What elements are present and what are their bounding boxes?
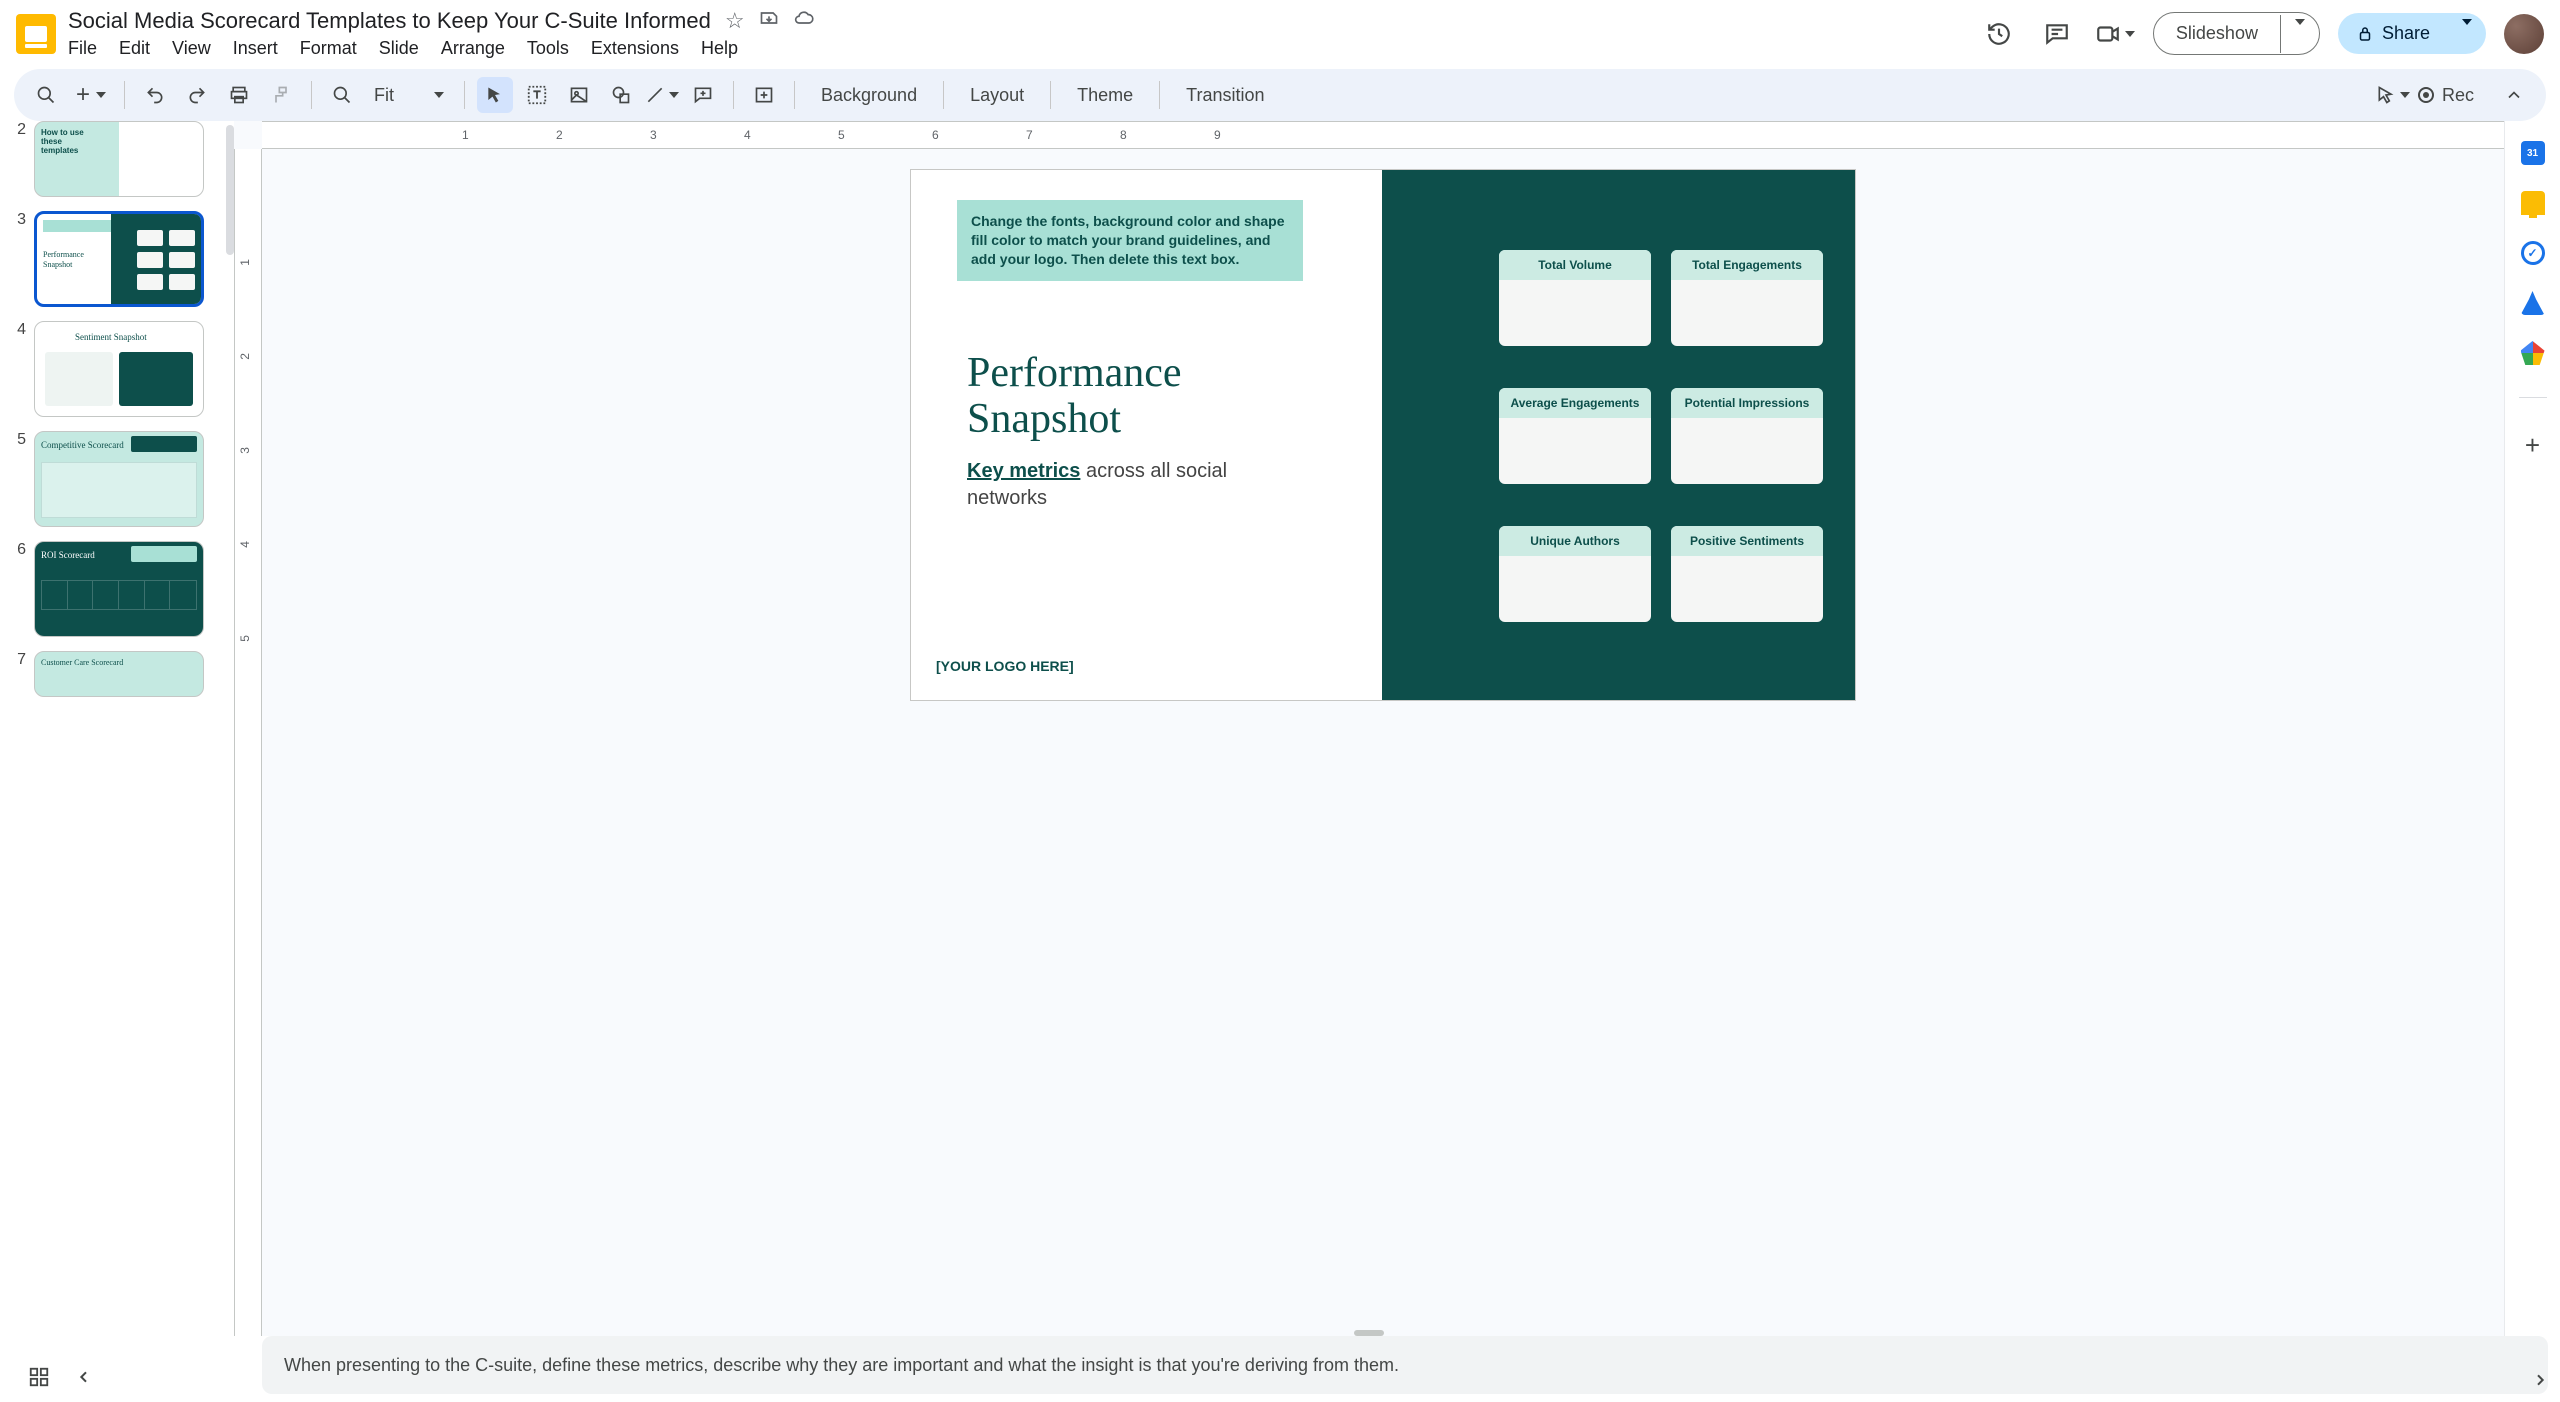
slide-thumb-2[interactable]: How to use these templates xyxy=(34,121,204,197)
explore-icon[interactable] xyxy=(2532,1372,2548,1388)
maps-icon[interactable] xyxy=(2521,341,2545,365)
shape-tool[interactable] xyxy=(603,77,639,113)
horizontal-ruler[interactable]: 1 2 3 4 5 6 7 8 9 xyxy=(262,121,2504,149)
side-panel: + xyxy=(2504,121,2560,1336)
slides-logo[interactable] xyxy=(16,14,56,54)
bottom-controls xyxy=(28,1366,92,1388)
line-tool[interactable] xyxy=(645,77,679,113)
card-potential-impressions[interactable]: Potential Impressions xyxy=(1671,388,1823,484)
metric-cards: Total Volume Total Engagements Average E… xyxy=(1499,250,1823,622)
collapse-filmstrip-icon[interactable] xyxy=(76,1369,92,1385)
toolbar: + Fit Background Layout Theme Transition… xyxy=(14,69,2546,121)
comments-icon[interactable] xyxy=(2037,14,2077,54)
menu-view[interactable]: View xyxy=(172,38,211,59)
notes-resize-handle[interactable] xyxy=(1354,1330,1384,1336)
menu-help[interactable]: Help xyxy=(701,38,738,59)
history-icon[interactable] xyxy=(1979,14,2019,54)
card-average-engagements[interactable]: Average Engagements xyxy=(1499,388,1651,484)
share-dropdown[interactable] xyxy=(2448,15,2486,53)
record-icon[interactable] xyxy=(2418,87,2434,103)
meet-icon[interactable] xyxy=(2095,14,2135,54)
card-positive-sentiments[interactable]: Positive Sentiments xyxy=(1671,526,1823,622)
logo-placeholder[interactable]: [YOUR LOGO HERE] xyxy=(936,658,1074,674)
filmstrip[interactable]: 2 How to use these templates 3 Performan… xyxy=(0,121,234,1336)
menu-format[interactable]: Format xyxy=(300,38,357,59)
menubar: File Edit View Insert Format Slide Arran… xyxy=(68,38,1967,59)
menu-extensions[interactable]: Extensions xyxy=(591,38,679,59)
chevron-down-icon xyxy=(2125,31,2135,37)
menu-insert[interactable]: Insert xyxy=(233,38,278,59)
menu-file[interactable]: File xyxy=(68,38,97,59)
slide-number: 4 xyxy=(12,321,26,339)
slide-number: 6 xyxy=(12,541,26,559)
header-right: Slideshow Share xyxy=(1979,12,2544,55)
callout-textbox[interactable]: Change the fonts, background color and s… xyxy=(957,200,1303,281)
collapse-toolbar-button[interactable] xyxy=(2496,77,2532,113)
slide-thumb-7[interactable]: Customer Care Scorecard xyxy=(34,651,204,697)
slideshow-button[interactable]: Slideshow xyxy=(2153,12,2320,55)
move-icon[interactable] xyxy=(759,8,779,34)
slide-number: 7 xyxy=(12,651,26,669)
pointer-icon[interactable] xyxy=(2376,77,2410,113)
speaker-notes[interactable]: When presenting to the C-suite, define t… xyxy=(262,1336,2548,1394)
slide-canvas[interactable]: Change the fonts, background color and s… xyxy=(910,169,1856,701)
zoom-select[interactable]: Fit xyxy=(366,85,452,106)
paint-format-button[interactable] xyxy=(263,77,299,113)
canvas: 1 2 3 4 5 6 7 8 9 1 2 3 4 5 Change the f… xyxy=(234,121,2504,1336)
tasks-icon[interactable] xyxy=(2521,241,2545,265)
scrollbar[interactable] xyxy=(226,125,234,255)
transition-button[interactable]: Transition xyxy=(1172,85,1278,106)
zoom-out-button[interactable] xyxy=(324,77,360,113)
vertical-ruler[interactable]: 1 2 3 4 5 xyxy=(234,149,262,1336)
document-title[interactable]: Social Media Scorecard Templates to Keep… xyxy=(68,8,711,34)
image-tool[interactable] xyxy=(561,77,597,113)
star-icon[interactable]: ☆ xyxy=(725,8,745,34)
menu-arrange[interactable]: Arrange xyxy=(441,38,505,59)
undo-button[interactable] xyxy=(137,77,173,113)
print-button[interactable] xyxy=(221,77,257,113)
keep-icon[interactable] xyxy=(2521,191,2545,215)
comment-button[interactable] xyxy=(685,77,721,113)
share-button[interactable]: Share xyxy=(2338,13,2486,54)
slide-number: 5 xyxy=(12,431,26,449)
grid-view-icon[interactable] xyxy=(28,1366,50,1388)
layout-button[interactable]: Layout xyxy=(956,85,1038,106)
new-slide-button[interactable]: + xyxy=(70,77,112,113)
menu-slide[interactable]: Slide xyxy=(379,38,419,59)
calendar-icon[interactable] xyxy=(2521,141,2545,165)
menu-edit[interactable]: Edit xyxy=(119,38,150,59)
select-tool[interactable] xyxy=(477,77,513,113)
slide-thumb-4[interactable]: Sentiment Snapshot xyxy=(34,321,204,417)
card-total-volume[interactable]: Total Volume xyxy=(1499,250,1651,346)
redo-button[interactable] xyxy=(179,77,215,113)
menu-tools[interactable]: Tools xyxy=(527,38,569,59)
slide-number: 2 xyxy=(12,121,26,139)
slide-thumb-3[interactable]: Performance Snapshot xyxy=(34,211,204,307)
slide-thumb-6[interactable]: ROI Scorecard xyxy=(34,541,204,637)
card-unique-authors[interactable]: Unique Authors xyxy=(1499,526,1651,622)
contacts-icon[interactable] xyxy=(2521,291,2545,315)
slide-thumb-5[interactable]: Competitive Scorecard xyxy=(34,431,204,527)
card-total-engagements[interactable]: Total Engagements xyxy=(1671,250,1823,346)
slide-title[interactable]: PerformanceSnapshot xyxy=(967,350,1182,442)
search-icon[interactable] xyxy=(28,77,64,113)
record-label[interactable]: Rec xyxy=(2442,85,2474,106)
titlebar: Social Media Scorecard Templates to Keep… xyxy=(68,8,1967,59)
textbox-tool[interactable] xyxy=(519,77,555,113)
slide-subtitle[interactable]: Key metrics across all social networks xyxy=(967,458,1267,512)
cloud-icon[interactable] xyxy=(793,8,815,34)
slide-number: 3 xyxy=(12,211,26,229)
theme-button[interactable]: Theme xyxy=(1063,85,1147,106)
background-button[interactable]: Background xyxy=(807,85,931,106)
toggle-filmstrip-button[interactable] xyxy=(746,77,782,113)
addons-plus-icon[interactable]: + xyxy=(2525,430,2540,461)
header: Social Media Scorecard Templates to Keep… xyxy=(0,0,2560,59)
slideshow-dropdown[interactable] xyxy=(2280,15,2319,53)
avatar[interactable] xyxy=(2504,14,2544,54)
